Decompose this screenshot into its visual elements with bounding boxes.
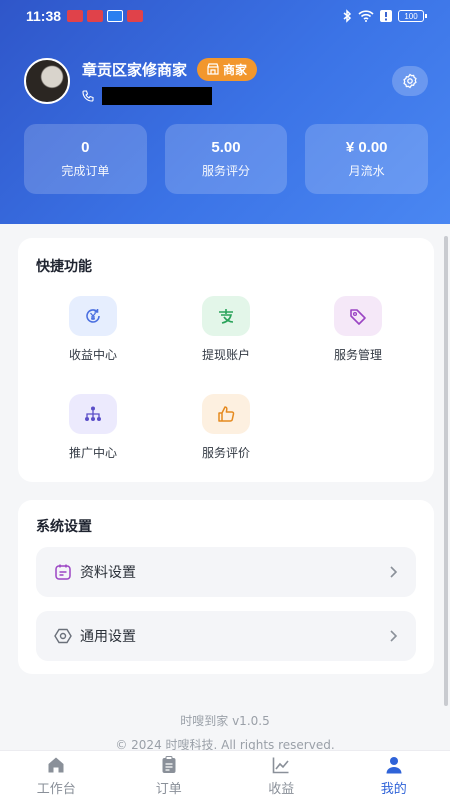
settings-button[interactable] [392,66,428,96]
tag-icon [350,309,366,325]
battery-level: 100 [404,11,418,21]
quick-item-service-management[interactable]: 服务管理 [308,296,408,363]
stat-value: 0 [81,139,90,156]
app-version: 时嗖到家 v1.0.5 [180,714,270,728]
yuan-cycle-icon [86,309,100,323]
clipboard-icon [162,755,176,773]
thumbs-up-icon [218,406,235,422]
phone-row [82,86,257,105]
tab-orders[interactable]: 订单 [113,751,226,800]
gear-icon [403,73,417,89]
quick-item-earnings-center[interactable]: 收益中心 [43,296,143,363]
stat-value: ¥ 0.00 [345,139,388,156]
merchant-badge-label: 商家 [223,62,248,77]
network-icon [85,406,101,421]
merchant-badge: 商家 [197,57,258,81]
tab-workbench[interactable]: 工作台 [0,751,113,800]
bluetooth-icon [343,9,352,23]
tab-label: 工作台 [36,781,76,797]
quick-label: 提现账户 [201,348,250,362]
tab-mine[interactable]: 我的 [338,751,450,800]
stats-panel: 0 完成订单 5.00 服务评分 ¥ 0.00 月流水 [24,124,429,194]
alipay-icon [219,309,234,324]
app-notification-icon [127,10,144,22]
tab-label: 收益 [268,781,295,797]
stat-label: 月流水 [348,164,385,178]
quick-label: 推广中心 [68,446,117,460]
quick-icon-bg [69,394,117,434]
phone-icon [82,89,94,102]
chevron-right-icon [388,629,398,643]
chart-icon [272,757,289,773]
stat-value: 5.00 [211,139,241,156]
quick-item-service-reviews[interactable]: 服务评价 [176,394,276,461]
store-icon [207,63,219,75]
home-icon [48,757,64,772]
chevron-right-icon [388,565,398,579]
shop-name: 章贡区家修商家 [82,60,188,79]
stat-service-rating[interactable]: 5.00 服务评分 [164,124,288,194]
tab-label: 我的 [380,781,407,797]
status-bar: 11:38 100 [0,0,450,32]
tab-earnings[interactable]: 收益 [225,751,338,800]
stat-monthly-revenue[interactable]: ¥ 0.00 月流水 [305,124,429,194]
stat-label: 服务评分 [202,164,251,178]
name-row: 章贡区家修商家 商家 [82,57,258,81]
setting-general-settings[interactable]: 通用设置 [36,611,416,661]
battery-icon: 100 [398,10,427,22]
system-settings-card: 系统设置 资料设置 通用设置 [18,500,434,674]
profile-section: 章贡区家修商家 商家 [24,57,428,105]
calendar-icon [54,563,72,581]
scrollbar[interactable] [444,236,448,706]
alipay-notification-icon [107,10,124,22]
profile-info: 章贡区家修商家 商家 [82,57,258,105]
system-settings-title: 系统设置 [36,519,92,535]
tab-label: 订单 [155,781,182,797]
notification-icons [67,10,144,22]
hexagon-settings-icon [54,627,72,645]
avatar[interactable] [24,58,70,104]
quick-item-promotion-center[interactable]: 推广中心 [43,394,143,461]
quick-icon-bg [202,296,250,336]
phone-number-redacted [102,86,212,105]
quick-label: 收益中心 [68,348,117,362]
quick-functions-card: 快捷功能 收益中心 提现账户 服务管理 推广中心 服务评价 [18,238,434,482]
quick-icon-bg [69,296,117,336]
quick-functions-title: 快捷功能 [36,259,92,275]
bottom-tab-bar: 工作台 订单 收益 我的 [0,750,450,800]
quick-icon-bg [334,296,382,336]
quick-icon-bg [202,394,250,434]
setting-label: 通用设置 [80,629,136,645]
quick-item-withdrawal-account[interactable]: 提现账户 [176,296,276,363]
setting-label: 资料设置 [80,565,136,581]
status-time: 11:38 [26,8,62,24]
app-notification-icon [67,10,84,22]
stat-label: 完成订单 [61,164,110,178]
quick-label: 服务管理 [333,348,382,362]
user-icon [386,756,402,773]
alert-icon [380,10,392,22]
wifi-icon [358,10,374,22]
setting-profile-settings[interactable]: 资料设置 [36,547,416,597]
quick-label: 服务评价 [201,446,250,460]
stat-completed-orders[interactable]: 0 完成订单 [24,124,147,194]
app-notification-icon [87,10,104,22]
